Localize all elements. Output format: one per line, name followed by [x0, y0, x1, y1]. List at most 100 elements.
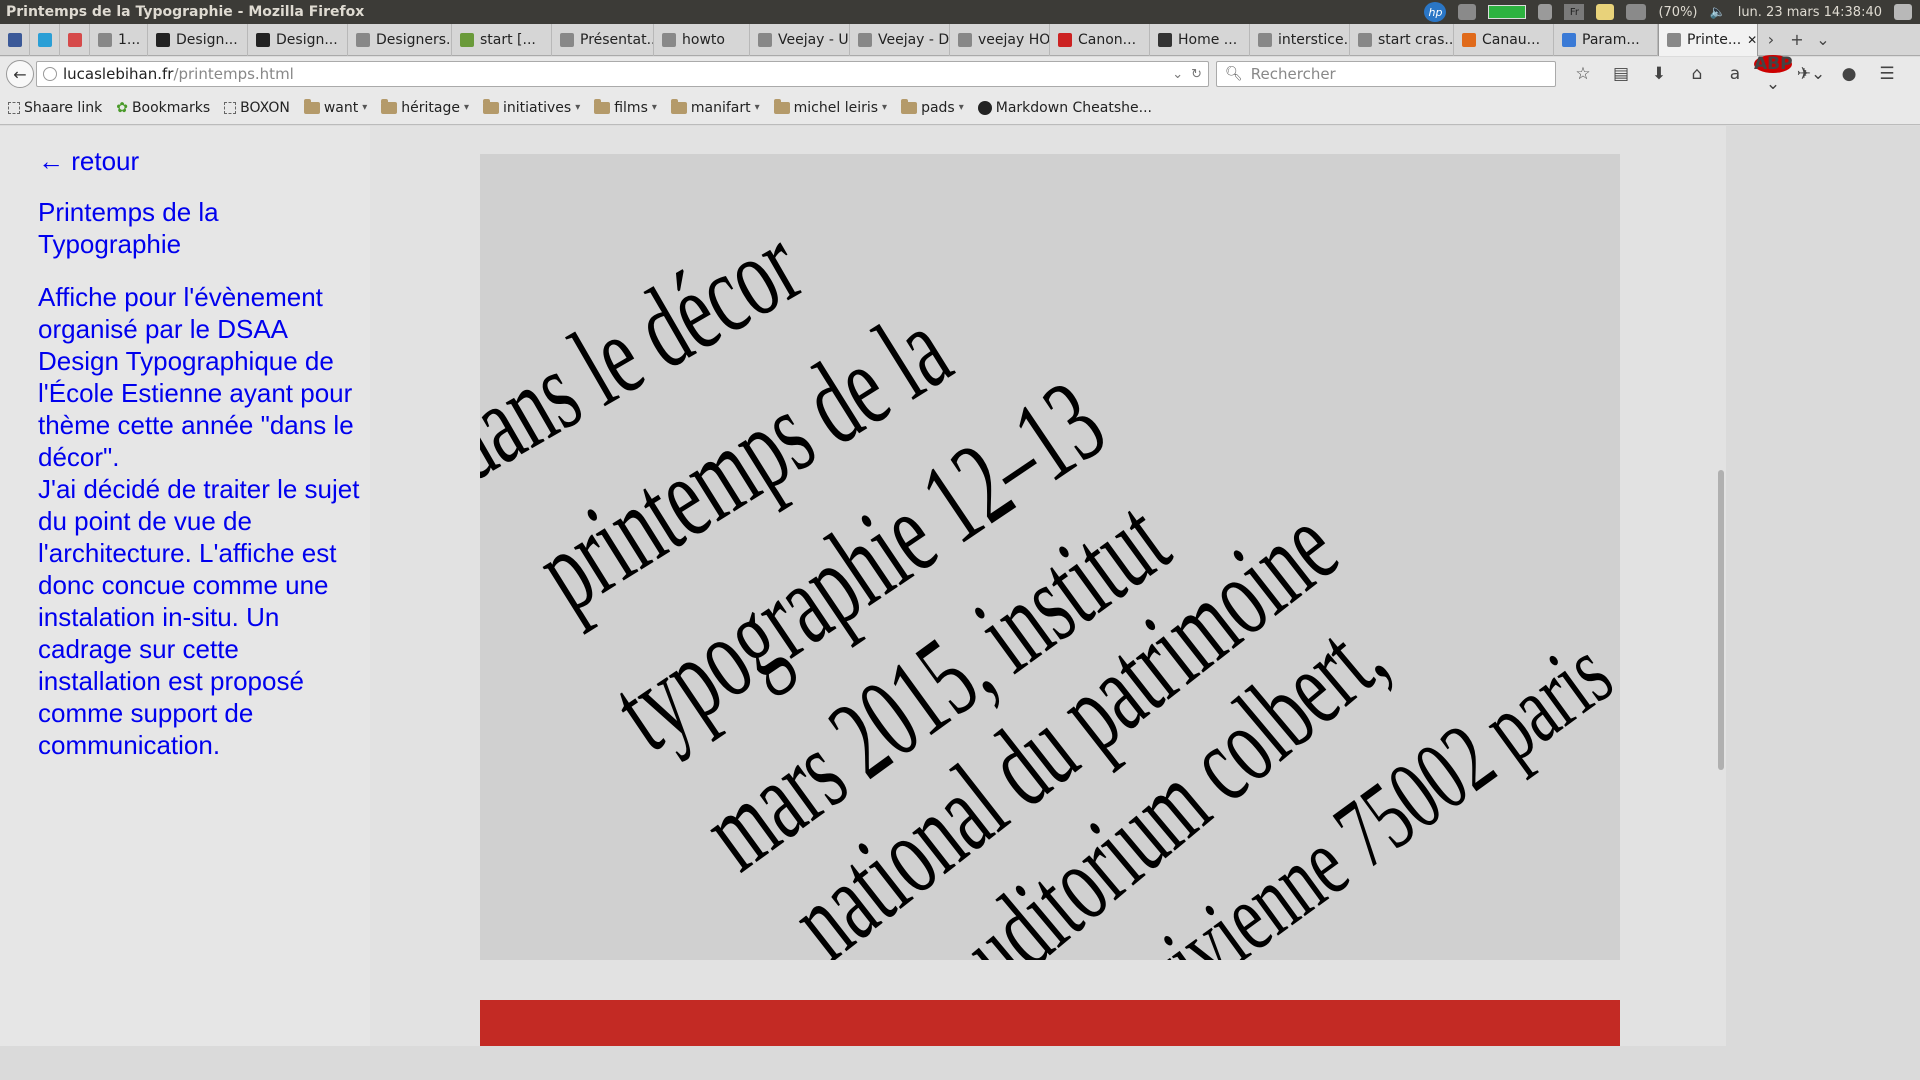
dropbox-icon[interactable]	[1458, 4, 1477, 20]
download-icon[interactable]: ⬇	[1640, 64, 1678, 84]
search-placeholder: Rechercher	[1250, 65, 1336, 83]
page-icon	[1258, 33, 1272, 47]
page-icon	[758, 33, 772, 47]
page-icon	[858, 33, 872, 47]
canon-icon	[1058, 33, 1072, 47]
text-icon	[1158, 33, 1172, 47]
back-button[interactable]: ←	[6, 60, 34, 88]
github-icon	[256, 33, 270, 47]
bookmarks-toolbar: Shaare link ✿ Bookmarks BOXON want ▾ héritage ▾…	[0, 91, 1920, 125]
close-tab-icon[interactable]: ✕	[1747, 33, 1757, 47]
globe-icon	[43, 67, 57, 81]
tab[interactable]: start cras...	[1350, 24, 1454, 56]
bookmark-item[interactable]: want ▾	[303, 98, 368, 116]
vertical-scrollbar[interactable]	[1718, 470, 1724, 770]
tab[interactable]: Canon...	[1050, 24, 1150, 56]
bookmark-item[interactable]: héritage ▾	[381, 98, 469, 116]
bookmark-item[interactable]: michel leiris ▾	[773, 98, 887, 116]
bookmark-label: want	[323, 99, 359, 116]
bookmark-item[interactable]: ✿ Bookmarks	[116, 100, 210, 116]
tab[interactable]: Home ...	[1150, 24, 1250, 56]
tab[interactable]	[60, 24, 90, 56]
keyboard-layout-indicator[interactable]: Fr	[1564, 4, 1585, 20]
tab-label: Veejay - U...	[778, 32, 849, 48]
battery-icon[interactable]	[1626, 4, 1647, 20]
tab[interactable]: interstice...	[1250, 24, 1350, 56]
amazon-icon[interactable]: a	[1716, 64, 1754, 84]
bookmark-item[interactable]: Markdown Cheatshe...	[977, 100, 1152, 116]
tab[interactable]: veejay HO...	[950, 24, 1050, 56]
feed-icon	[1462, 33, 1476, 47]
tab[interactable]: Présentat...	[552, 24, 654, 56]
mail-icon[interactable]	[1596, 4, 1615, 20]
bookmark-label: michel leiris	[793, 99, 879, 116]
tab[interactable]: start [...	[452, 24, 552, 56]
session-icon[interactable]	[1894, 4, 1912, 20]
tab-label: Canau...	[1482, 32, 1541, 48]
volume-icon[interactable]: 🔈	[1710, 5, 1726, 20]
back-link[interactable]: ← retour	[38, 146, 139, 177]
reader-list-icon[interactable]: ▤	[1602, 64, 1640, 84]
bookmark-item[interactable]: manifart ▾	[670, 98, 760, 116]
page-icon	[224, 101, 237, 114]
tab-label: Home ...	[1178, 32, 1238, 48]
dropdown-arrow-icon[interactable]: ⌄	[1172, 67, 1183, 82]
chevron-down-icon: ▾	[362, 102, 368, 113]
bookmark-item[interactable]: Shaare link	[8, 100, 102, 116]
tab-label: start cras...	[1378, 32, 1454, 48]
bookmark-star-icon[interactable]: ☆	[1564, 64, 1602, 84]
tab-label: Printe...	[1687, 32, 1742, 48]
clock[interactable]: lun. 23 mars 14:38:40	[1738, 5, 1882, 20]
tab-bar: 1... Design... Design... Designers... start …	[0, 24, 1920, 56]
tab[interactable]: Veejay - U...	[750, 24, 850, 56]
folder-icon	[594, 98, 611, 114]
bookmark-item[interactable]: initiatives ▾	[483, 98, 580, 116]
page-bottom	[0, 1046, 1920, 1080]
tab[interactable]: 1...	[90, 24, 148, 56]
tab-label: Designers...	[376, 32, 452, 48]
description-paragraph: Affiche pour l'évènement organisé par le…	[38, 282, 354, 472]
hp-icon[interactable]: hp	[1424, 2, 1447, 22]
battery-percent: (70%)	[1658, 4, 1698, 20]
url-bar[interactable]: lucaslebihan.fr/printemps.html ⌄ ↻	[36, 61, 1209, 87]
tab-label: interstice...	[1278, 32, 1350, 48]
new-tab-icon[interactable]: +	[1784, 24, 1810, 55]
page-icon	[560, 33, 574, 47]
tab[interactable]	[0, 24, 30, 56]
poster-typography: dans le décor printemps de la typographi…	[480, 200, 1620, 960]
reload-icon[interactable]: ↻	[1191, 67, 1202, 82]
bookmark-item[interactable]: films ▾	[594, 98, 657, 116]
tab[interactable]: Designers...	[348, 24, 452, 56]
tab[interactable]: Design...	[248, 24, 348, 56]
search-bar[interactable]: 🔍︎ Rechercher	[1216, 61, 1556, 87]
tab-label: Design...	[176, 32, 238, 48]
page-icon	[1667, 33, 1681, 47]
poster-image: dans le décor printemps de la typographi…	[480, 154, 1620, 960]
bookmark-item[interactable]: BOXON	[224, 100, 290, 116]
menu-icon[interactable]: ☰	[1868, 64, 1906, 84]
adblock-icon[interactable]: ABP⌄	[1754, 54, 1793, 94]
tab[interactable]: Design...	[148, 24, 248, 56]
tab-active[interactable]: Printe... ✕	[1658, 24, 1758, 56]
folder-icon	[901, 98, 918, 114]
tab[interactable]: howto	[654, 24, 750, 56]
twitter-icon	[38, 33, 52, 47]
tab-list-icon[interactable]: ⌄	[1810, 24, 1836, 55]
toolbar-icons: ☆ ▤ ⬇ ⌂ a ABP⌄ ✈⌄ ● ☰	[1564, 54, 1906, 94]
scroll-tabs-right-icon[interactable]: ›	[1758, 24, 1784, 55]
tab-label: 1...	[118, 32, 141, 48]
chat-icon[interactable]: ●	[1830, 64, 1868, 84]
bookmark-label: BOXON	[240, 99, 290, 116]
tab-label: start [...	[480, 32, 536, 48]
tab[interactable]: Canau...	[1454, 24, 1554, 56]
tab[interactable]	[30, 24, 60, 56]
home-icon[interactable]: ⌂	[1678, 64, 1716, 84]
extension-icon[interactable]: ✈⌄	[1792, 64, 1830, 84]
github-icon	[977, 100, 992, 115]
tab[interactable]: Param...	[1554, 24, 1658, 56]
bookmark-label: héritage	[401, 99, 460, 116]
bookmark-item[interactable]: pads ▾	[901, 98, 964, 116]
page-icon	[356, 33, 370, 47]
tab[interactable]: Veejay - D...	[850, 24, 950, 56]
network-icon[interactable]	[1538, 4, 1553, 20]
